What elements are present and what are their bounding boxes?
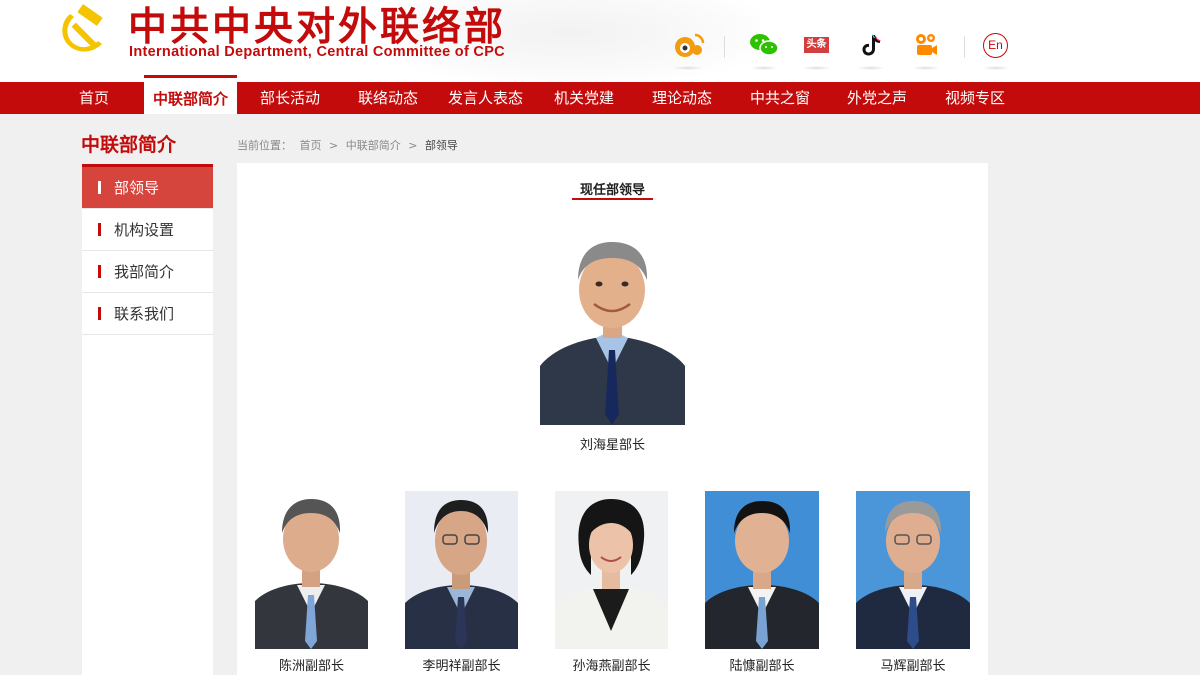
breadcrumb-link-about[interactable]: 中联部简介	[346, 139, 401, 152]
icon-shadow	[672, 66, 704, 70]
section-title-underline	[572, 198, 653, 200]
nav-item-about[interactable]: 中联部简介	[144, 75, 237, 114]
icon-divider	[964, 36, 965, 58]
nav-item-spokesperson[interactable]: 发言人表态	[447, 82, 524, 114]
leader-caption: 刘海星部长	[579, 438, 645, 453]
sidebar: 部领导 机构设置 我部简介 联系我们	[82, 167, 213, 675]
deputy-caption-2: 李明祥副部长	[422, 659, 501, 674]
nav-item-liaison-news[interactable]: 联络动态	[357, 82, 419, 114]
site-subtitle: International Department, Central Commit…	[129, 44, 505, 60]
tiktok-icon[interactable]	[858, 28, 884, 62]
nav-item-home[interactable]: 首页	[78, 82, 110, 114]
sidebar-item-contact[interactable]: 联系我们	[82, 293, 213, 335]
site-header: 中共中央对外联络部 International Department, Cent…	[0, 0, 1200, 82]
sidebar-item-label: 机构设置	[114, 221, 175, 239]
sidebar-item-organization[interactable]: 机构设置	[82, 209, 213, 251]
sidebar-item-leaders[interactable]: 部领导	[82, 167, 213, 209]
breadcrumb-separator: >	[408, 139, 418, 152]
icon-shadow	[857, 66, 885, 70]
sidebar-item-label: 联系我们	[114, 305, 175, 323]
toutiao-icon[interactable]: 头条	[804, 37, 829, 53]
english-version-button[interactable]: En	[983, 33, 1008, 58]
section-title: 现任部领导	[579, 183, 645, 198]
nav-item-video[interactable]: 视频专区	[944, 82, 1006, 114]
sidebar-title: 中联部简介	[81, 134, 177, 156]
deputy-photo-2[interactable]	[405, 491, 518, 649]
deputy-photo-4[interactable]	[705, 491, 819, 649]
icon-shadow	[802, 66, 831, 70]
deputy-photo-1[interactable]	[255, 491, 368, 649]
sidebar-item-label: 部领导	[114, 179, 160, 197]
breadcrumb-separator: >	[329, 139, 339, 152]
deputy-caption-5: 马辉副部长	[880, 659, 946, 674]
sidebar-item-label: 我部简介	[114, 263, 175, 281]
nav-item-theory[interactable]: 理论动态	[651, 82, 713, 114]
nav-item-cpc-window[interactable]: 中共之窗	[749, 82, 811, 114]
main-nav: 首页 中联部简介 部长活动 联络动态 发言人表态 机关党建 理论动态 中共之窗 …	[0, 75, 1200, 114]
nav-item-foreign-parties[interactable]: 外党之声	[846, 82, 908, 114]
leader-photo[interactable]	[540, 238, 685, 425]
icon-shadow	[982, 66, 1010, 70]
nav-item-party-building[interactable]: 机关党建	[553, 82, 615, 114]
bullet-bar	[98, 181, 101, 194]
breadcrumb-current: 部领导	[424, 139, 458, 152]
bullet-bar	[98, 223, 101, 236]
icon-divider	[724, 36, 725, 58]
kuaishou-icon[interactable]	[912, 28, 940, 62]
deputy-photo-3[interactable]	[555, 491, 668, 649]
deputy-caption-4: 陆慷副部长	[729, 659, 795, 674]
deputy-caption-3: 孙海燕副部长	[572, 659, 651, 674]
wechat-icon[interactable]	[748, 28, 780, 62]
weibo-icon[interactable]	[670, 28, 706, 62]
deputy-caption-1: 陈洲副部长	[278, 659, 344, 674]
deputy-photo-5[interactable]	[856, 491, 970, 649]
icon-shadow	[750, 66, 778, 70]
sidebar-item-introduction[interactable]: 我部简介	[82, 251, 213, 293]
main-content: 现任部领导 刘海星部长 陈洲副部长 李明祥副部长 孙海燕副部长 陆慷副部长 马辉…	[237, 163, 988, 675]
breadcrumb-link-home[interactable]: 首页	[300, 139, 322, 152]
nav-item-minister-activities[interactable]: 部长活动	[259, 82, 321, 114]
bullet-bar	[98, 265, 101, 278]
breadcrumb-prefix: 当前位置：	[237, 139, 292, 152]
party-emblem-logo[interactable]	[56, 2, 112, 58]
bullet-bar	[98, 307, 101, 320]
icon-shadow	[912, 66, 940, 70]
breadcrumb: 当前位置： 首页 > 中联部简介 > 部领导	[237, 137, 462, 153]
